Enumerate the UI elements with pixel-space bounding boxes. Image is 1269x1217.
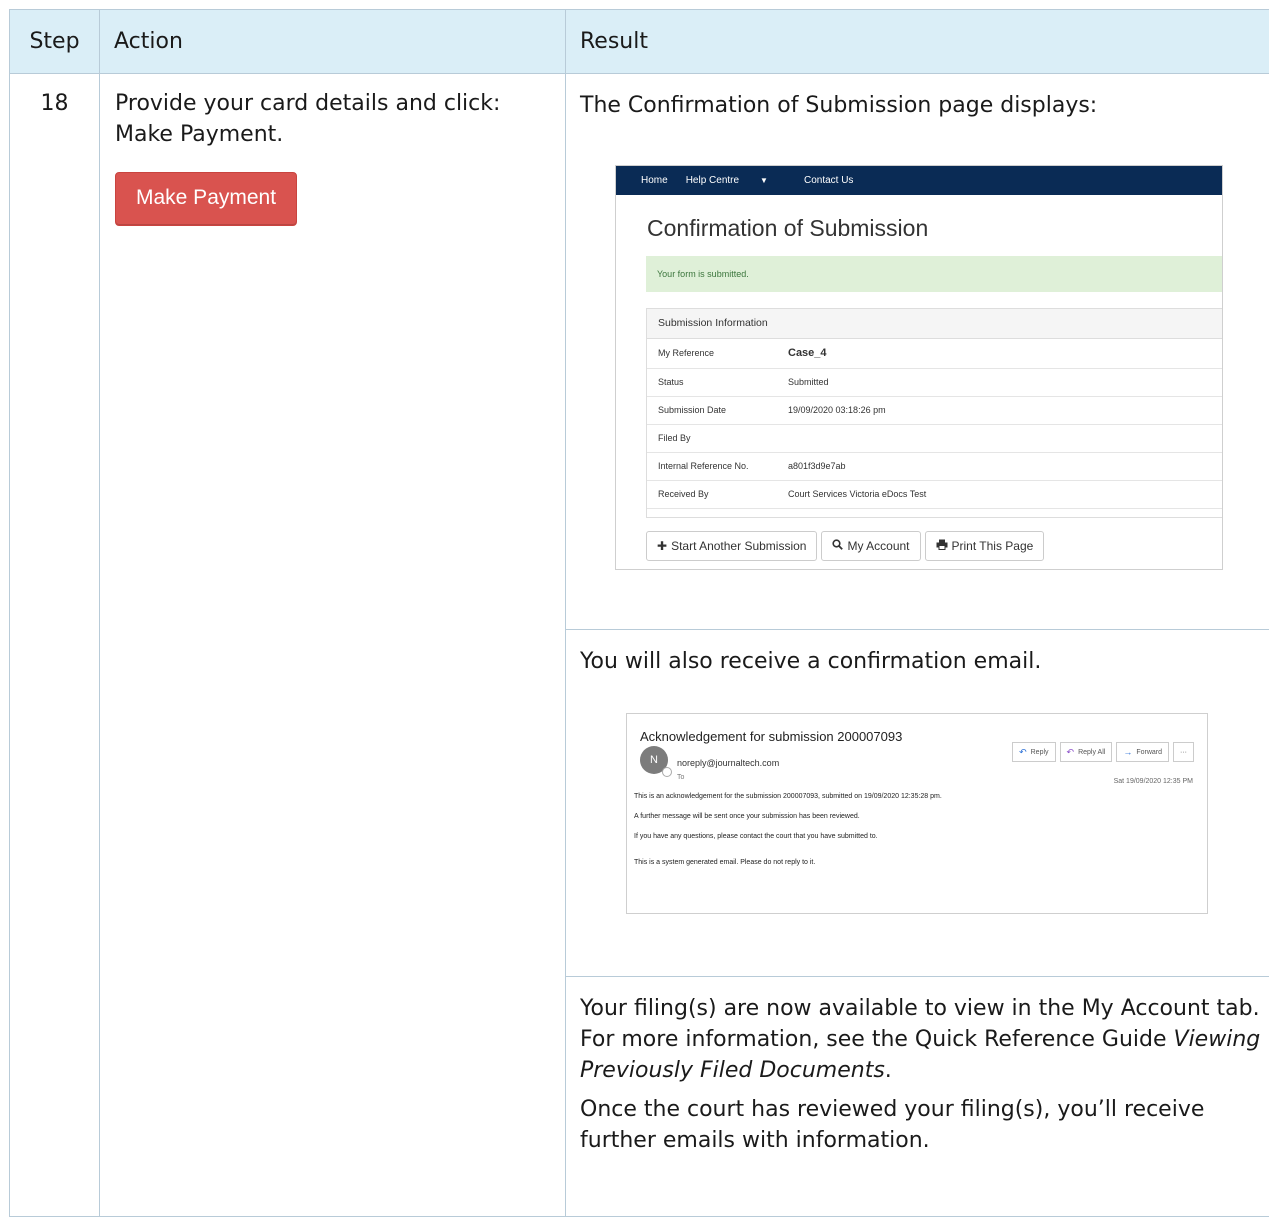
caret-down-icon: ▼ — [760, 176, 768, 185]
more-options-button[interactable]: ··· — [1173, 742, 1194, 762]
start-another-submission-button[interactable]: ✚ Start Another Submission — [646, 531, 817, 561]
info-value: Submitted — [788, 367, 829, 398]
success-alert: Your form is submitted. — [646, 256, 1222, 292]
info-label: Internal Reference No. — [658, 451, 788, 482]
info-label: Submission Date — [658, 395, 788, 426]
email-body-line: This is an acknowledgement for the submi… — [634, 792, 942, 801]
info-value: Case_4 — [788, 338, 827, 369]
header-action: Action — [100, 10, 566, 74]
email-actions: ↶ Reply ↶ Reply All → Forward ··· — [1012, 742, 1194, 762]
info-label: My Reference — [658, 338, 788, 369]
email-body-line: A further message will be sent once your… — [634, 812, 942, 821]
table-header-row: Step Action Result — [10, 10, 1269, 74]
header-result: Result — [566, 10, 1269, 74]
result-cell-confirmation: The Confirmation of Submission page disp… — [566, 74, 1269, 630]
presence-icon — [662, 767, 672, 777]
final-para1-text: Your filing(s) are now available to view… — [580, 996, 1260, 1052]
page-title: Confirmation of Submission — [647, 215, 1222, 241]
instruction-table: Step Action Result 18 Provide your card … — [9, 9, 1269, 1217]
make-payment-button[interactable]: Make Payment — [115, 172, 297, 226]
reply-all-button[interactable]: ↶ Reply All — [1060, 742, 1113, 762]
info-row: Filed By — [647, 425, 1222, 453]
email-body-line: This is a system generated email. Please… — [634, 858, 942, 867]
my-account-label: My Account — [847, 531, 909, 562]
email-recipient: To — [677, 762, 684, 793]
info-row: Submission Date 19/09/2020 03:18:26 pm — [647, 397, 1222, 425]
start-another-label: Start Another Submission — [671, 531, 806, 562]
action-buttons: ✚ Start Another Submission My Account — [646, 531, 1222, 561]
info-value: a801f3d9e7ab — [788, 451, 846, 482]
info-value: 19/09/2020 03:18:26 pm — [788, 395, 886, 426]
step-number: 18 — [10, 74, 100, 1217]
navbar: Home Help Centre ▼ Contact Us — [616, 166, 1222, 195]
reply-all-icon: ↶ — [1067, 737, 1075, 768]
info-row: Status Submitted — [647, 369, 1222, 397]
email-intro: You will also receive a confirmation ema… — [580, 646, 1265, 677]
nav-help-centre-label: Help Centre — [686, 175, 739, 186]
final-paragraph-1: Your filing(s) are now available to view… — [580, 993, 1265, 1086]
print-page-button[interactable]: Print This Page — [925, 531, 1045, 561]
nav-contact-us[interactable]: Contact Us — [804, 165, 853, 196]
forward-icon: → — [1123, 737, 1132, 768]
forward-label: Forward — [1136, 737, 1162, 768]
final-para1-end: . — [885, 1058, 892, 1083]
table-row: 18 Provide your card details and click: … — [10, 74, 1269, 630]
my-account-button[interactable]: My Account — [821, 531, 920, 561]
email-body: This is an acknowledgement for the submi… — [634, 792, 942, 878]
email-date: Sat 19/09/2020 12:35 PM — [1114, 766, 1193, 797]
reply-icon: ↶ — [1019, 737, 1027, 768]
confirmation-screenshot: Home Help Centre ▼ Contact Us Confirmatio… — [615, 165, 1223, 570]
reply-label: Reply — [1031, 737, 1049, 768]
print-page-label: Print This Page — [952, 531, 1034, 562]
panel-heading: Submission Information — [647, 309, 1222, 339]
result-cell-email: You will also receive a confirmation ema… — [566, 630, 1269, 977]
info-row: Received By Court Services Victoria eDoc… — [647, 481, 1222, 509]
info-value: Court Services Victoria eDocs Test — [788, 479, 926, 510]
final-paragraph-2: Once the court has reviewed your filing(… — [580, 1094, 1265, 1156]
info-row: Internal Reference No. a801f3d9e7ab — [647, 453, 1222, 481]
email-body-line: If you have any questions, please contac… — [634, 832, 942, 841]
result-intro: The Confirmation of Submission page disp… — [580, 90, 1265, 121]
email-screenshot: Acknowledgement for submission 200007093… — [626, 713, 1208, 914]
forward-button[interactable]: → Forward — [1116, 742, 1169, 762]
reply-button[interactable]: ↶ Reply — [1012, 742, 1055, 762]
reply-all-label: Reply All — [1078, 737, 1105, 768]
printer-icon — [936, 531, 948, 562]
plus-icon: ✚ — [657, 531, 667, 562]
nav-help-centre[interactable]: Help Centre ▼ — [686, 165, 786, 196]
action-cell: Provide your card details and click: Mak… — [100, 74, 566, 1217]
panel-footer — [647, 509, 1222, 517]
nav-home[interactable]: Home — [641, 165, 668, 196]
info-label: Filed By — [658, 423, 788, 454]
header-step: Step — [10, 10, 100, 74]
search-icon — [832, 531, 843, 562]
info-label: Status — [658, 367, 788, 398]
submission-info-panel: Submission Information My Reference Case… — [646, 308, 1222, 518]
email-sender: noreply@journaltech.com — [677, 748, 779, 779]
info-label: Received By — [658, 479, 788, 510]
action-text: Provide your card details and click: Mak… — [115, 88, 551, 150]
info-row: My Reference Case_4 — [647, 339, 1222, 369]
result-cell-final: Your filing(s) are now available to view… — [566, 977, 1269, 1217]
